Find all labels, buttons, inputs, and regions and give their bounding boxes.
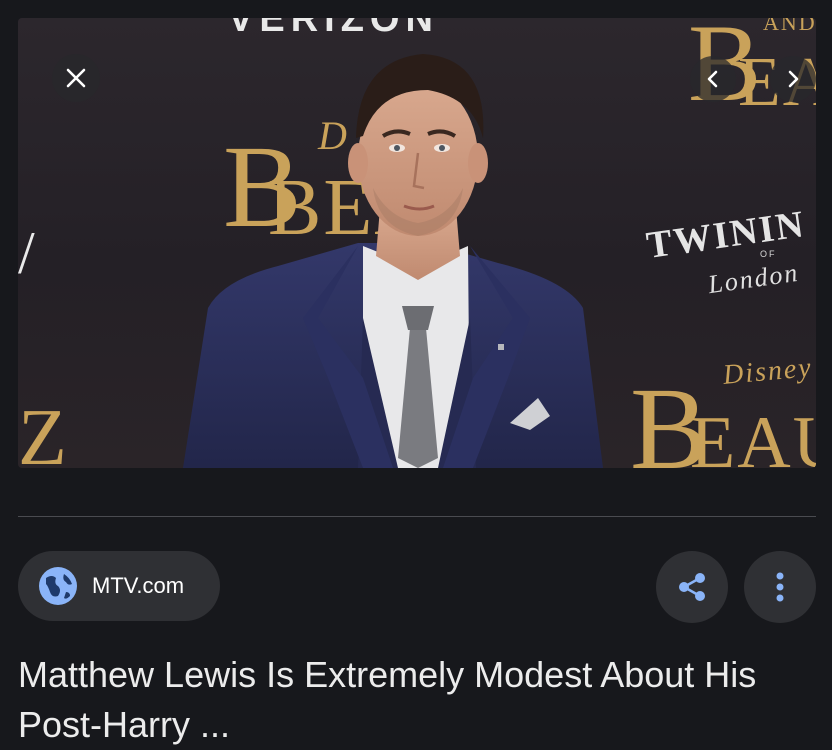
share-icon — [679, 573, 705, 601]
share-button[interactable] — [656, 551, 728, 623]
chevron-left-icon — [707, 70, 718, 88]
chevron-right-icon — [788, 70, 799, 88]
divider — [18, 516, 816, 517]
result-title[interactable]: Matthew Lewis Is Extremely Modest About … — [18, 650, 808, 750]
next-image-button[interactable] — [770, 56, 816, 102]
globe-icon — [39, 567, 77, 605]
more-options-button[interactable] — [744, 551, 816, 623]
more-vertical-icon — [776, 572, 784, 602]
result-image[interactable]: VERIZON / Z D B BEA B AND EA TWININ OF L… — [18, 18, 816, 468]
previous-image-button[interactable] — [690, 56, 736, 102]
source-name: MTV.com — [92, 573, 185, 598]
close-button[interactable] — [52, 54, 100, 102]
close-icon — [66, 68, 86, 88]
source-link[interactable]: MTV.com — [18, 551, 220, 621]
